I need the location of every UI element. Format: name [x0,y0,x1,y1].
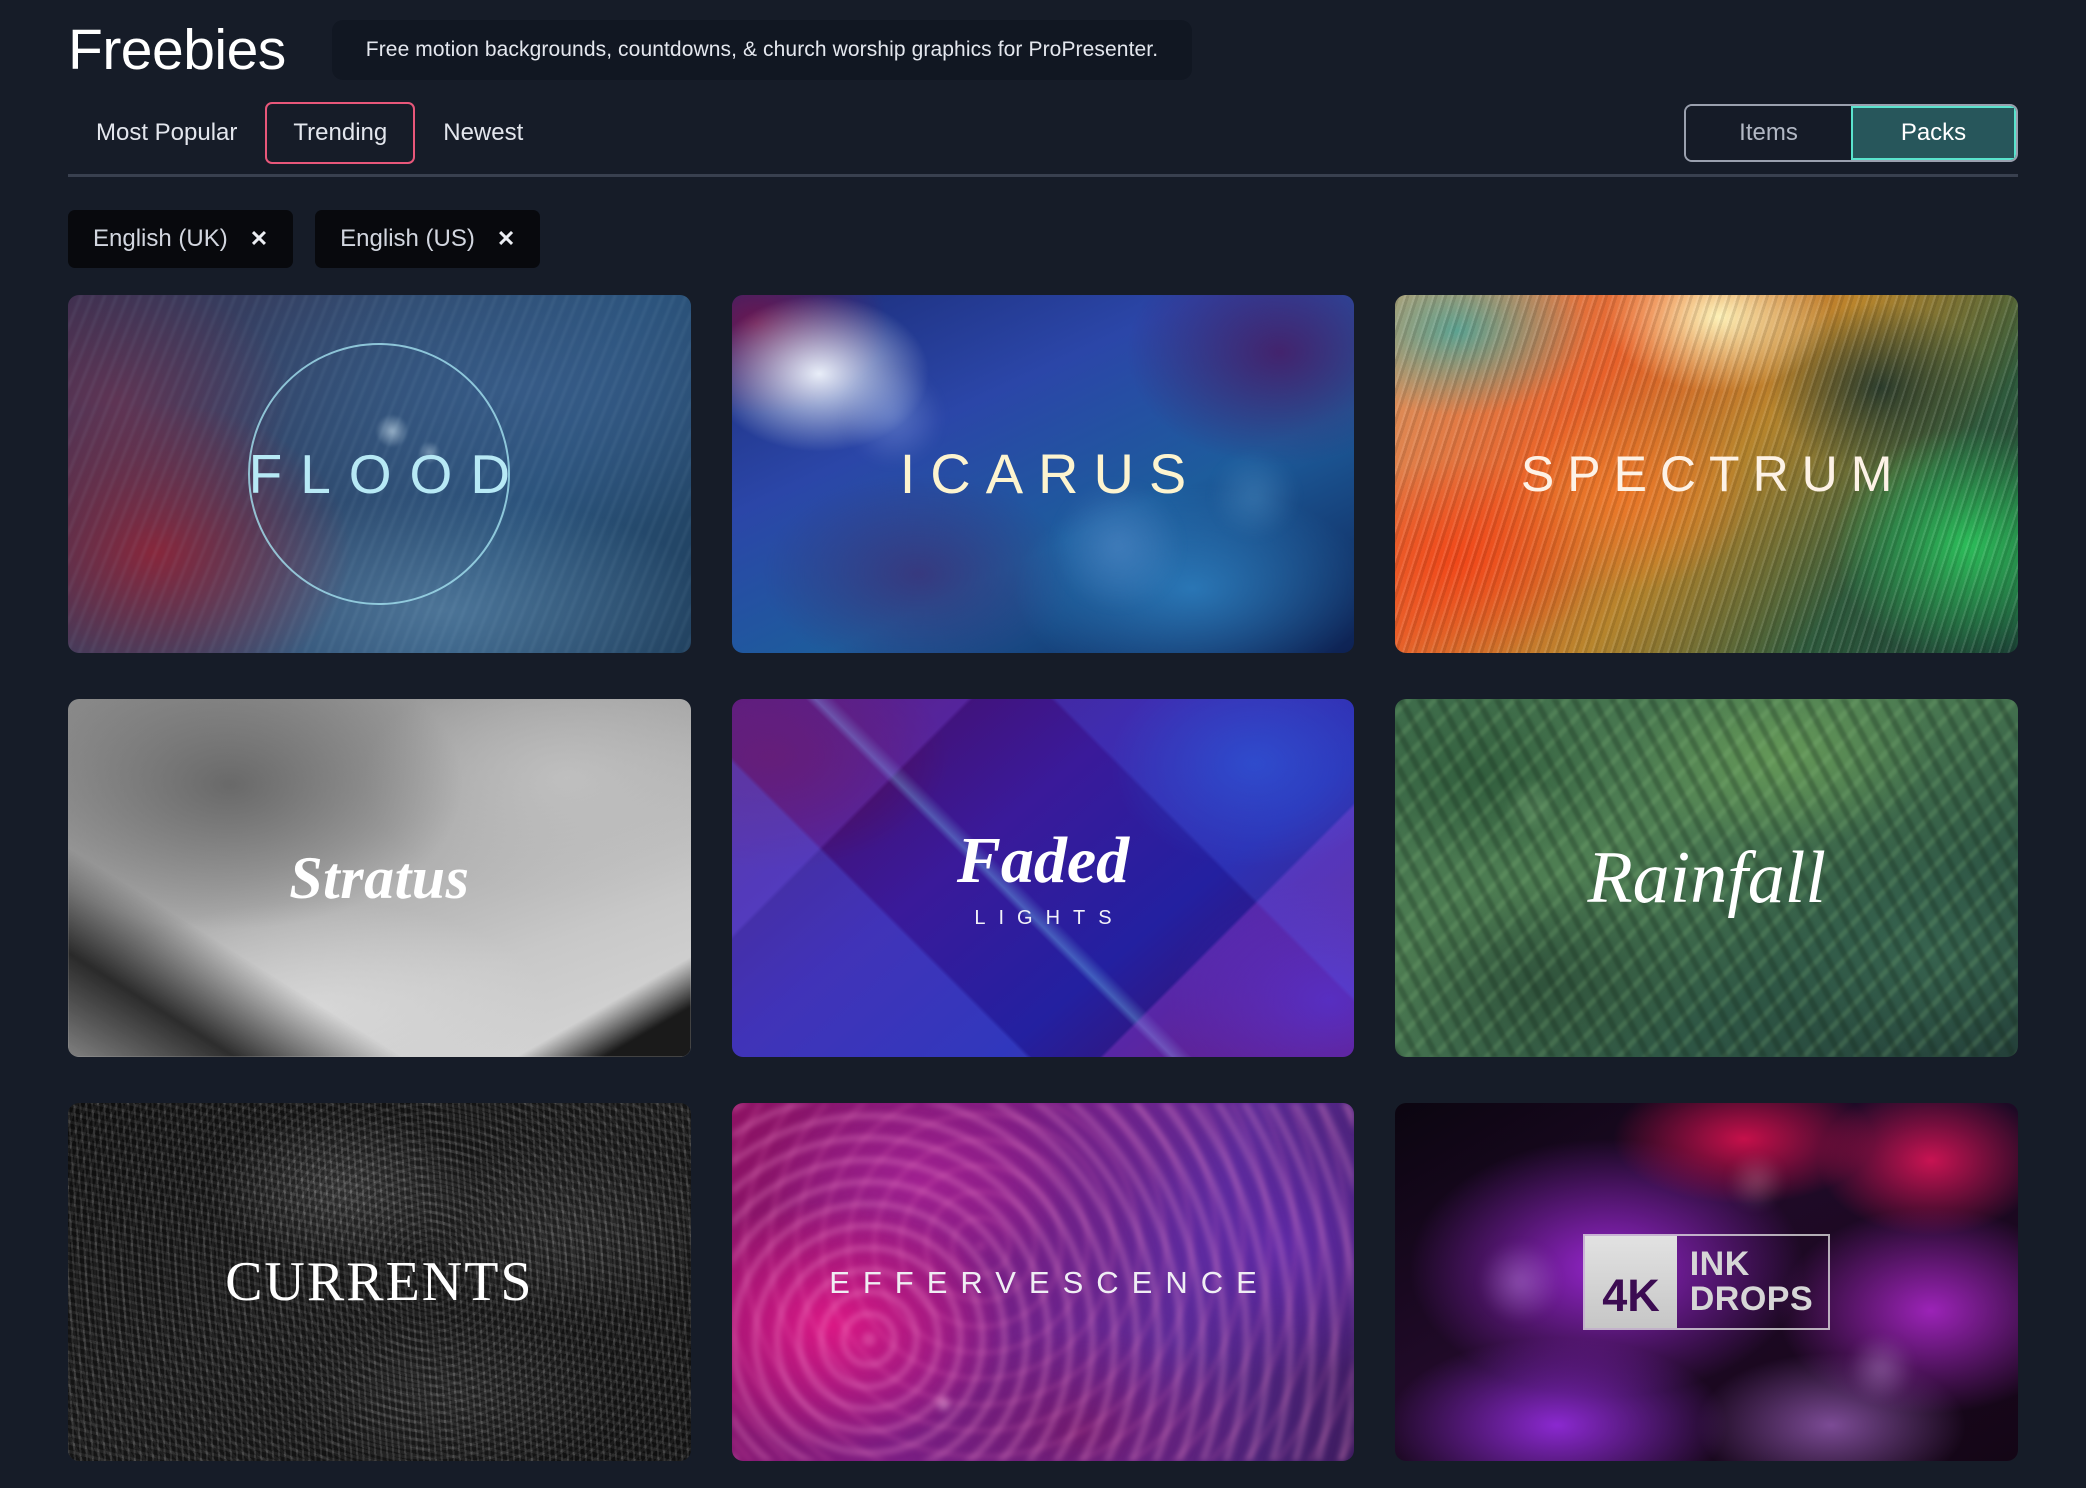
circle-outline-icon [248,343,511,605]
pack-card-stratus[interactable]: Stratus [68,699,691,1057]
view-toggle-packs[interactable]: Packs [1851,106,2016,160]
active-filters: English (UK) ✕ English (US) ✕ [68,177,2018,295]
pack-thumbnail [731,699,1355,1057]
filter-chip-label: English (UK) [93,225,228,252]
pack-card-flood[interactable]: FLOOD [68,295,691,653]
filter-chip-english-uk[interactable]: English (UK) ✕ [68,210,294,268]
page-header: Freebies Free motion backgrounds, countd… [68,0,2018,92]
pack-logo-badge: 4K INK DROPS [1583,1234,1831,1330]
view-toggle-items[interactable]: Items [1686,106,1851,160]
pack-title-group: INK DROPS [1677,1236,1828,1328]
pack-card-effervescence[interactable]: EFFERVESCENCE [731,1103,1355,1461]
pack-card-spectrum[interactable]: SPECTRUM [1395,295,2018,653]
pack-thumbnail [68,1103,691,1461]
filter-chip-english-us[interactable]: English (US) ✕ [315,210,541,268]
pack-card-currents[interactable]: CURRENTS [68,1103,691,1461]
controls-row: Most Popular Trending Newest Items Packs [68,92,2018,174]
pack-grid: FLOOD ICARUS SPECTRUM Stratus Faded LIGH… [68,295,2018,1461]
resolution-badge: 4K [1585,1236,1677,1328]
pack-card-rainfall[interactable]: Rainfall [1395,699,2018,1057]
pack-thumbnail [731,1103,1355,1461]
tab-newest[interactable]: Newest [415,102,551,164]
tab-most-popular[interactable]: Most Popular [68,102,265,164]
pack-thumbnail [1395,699,2018,1057]
pack-card-faded-lights[interactable]: Faded LIGHTS [731,699,1355,1057]
pack-title-line-1: INK [1689,1244,1750,1283]
pack-thumbnail [1395,295,2018,653]
page-tagline: Free motion backgrounds, countdowns, & c… [331,20,1193,80]
close-icon[interactable]: ✕ [497,228,515,250]
page-title: Freebies [68,17,286,82]
pack-title-line-2: DROPS [1689,1280,1814,1318]
pack-thumbnail [68,699,691,1057]
tab-trending[interactable]: Trending [265,102,416,164]
filter-chip-label: English (US) [340,225,475,252]
sort-tabs: Most Popular Trending Newest [68,102,551,164]
freebies-page: Freebies Free motion backgrounds, countd… [0,0,2086,1461]
pack-card-icarus[interactable]: ICARUS [731,295,1355,653]
pack-card-ink-drops[interactable]: 4K INK DROPS [1395,1103,2018,1461]
view-toggle: Items Packs [1684,104,2018,162]
close-icon[interactable]: ✕ [250,228,268,250]
pack-thumbnail [731,295,1355,653]
